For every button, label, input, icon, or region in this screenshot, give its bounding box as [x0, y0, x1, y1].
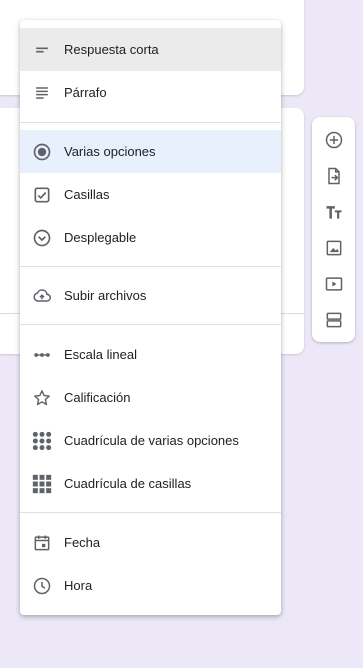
- menu-item-label: Calificación: [64, 390, 131, 405]
- add-image-icon[interactable]: [322, 236, 346, 260]
- grid-squares-icon: [32, 474, 52, 494]
- clock-icon: [32, 576, 52, 596]
- menu-item-label: Fecha: [64, 535, 101, 550]
- menu-item-label: Subir archivos: [64, 288, 147, 303]
- menu-item-multiple-choice-grid[interactable]: Cuadrícula de varias opciones: [20, 419, 281, 462]
- menu-item-short-answer[interactable]: Respuesta corta: [20, 28, 281, 71]
- add-title-icon[interactable]: [322, 200, 346, 224]
- star-icon: [32, 388, 52, 408]
- import-questions-icon[interactable]: [322, 164, 346, 188]
- menu-item-checkbox-grid[interactable]: Cuadrícula de casillas: [20, 462, 281, 505]
- menu-item-date[interactable]: Fecha: [20, 521, 281, 564]
- menu-item-label: Varias opciones: [64, 144, 156, 159]
- menu-item-label: Cuadrícula de casillas: [64, 476, 192, 491]
- menu-item-time[interactable]: Hora: [20, 564, 281, 607]
- menu-item-label: Casillas: [64, 187, 110, 202]
- menu-item-rating[interactable]: Calificación: [20, 376, 281, 419]
- calendar-icon: [32, 533, 52, 553]
- question-type-menu: Respuesta corta Párrafo Varias opciones …: [20, 20, 281, 615]
- menu-item-label: Párrafo: [64, 85, 107, 100]
- menu-item-dropdown[interactable]: Desplegable: [20, 216, 281, 259]
- menu-item-label: Cuadrícula de varias opciones: [64, 433, 239, 448]
- radio-button-icon: [32, 142, 52, 162]
- menu-item-checkboxes[interactable]: Casillas: [20, 173, 281, 216]
- menu-item-label: Hora: [64, 578, 93, 593]
- add-section-icon[interactable]: [322, 308, 346, 332]
- menu-divider: [20, 512, 281, 513]
- menu-item-multiple-choice[interactable]: Varias opciones: [20, 130, 281, 173]
- short-answer-icon: [32, 40, 52, 60]
- menu-item-linear-scale[interactable]: Escala lineal: [20, 333, 281, 376]
- linear-scale-icon: [32, 345, 52, 365]
- checkbox-icon: [32, 185, 52, 205]
- floating-toolbar: [312, 117, 355, 342]
- menu-item-paragraph[interactable]: Párrafo: [20, 71, 281, 114]
- menu-divider: [20, 266, 281, 267]
- paragraph-icon: [32, 83, 52, 103]
- grid-dots-icon: [32, 431, 52, 451]
- menu-divider: [20, 324, 281, 325]
- menu-item-label: Desplegable: [64, 230, 137, 245]
- menu-divider: [20, 122, 281, 123]
- menu-item-label: Escala lineal: [64, 347, 137, 362]
- menu-item-label: Respuesta corta: [64, 42, 159, 57]
- cloud-upload-icon: [32, 286, 52, 306]
- menu-item-file-upload[interactable]: Subir archivos: [20, 274, 281, 317]
- dropdown-icon: [32, 228, 52, 248]
- add-question-icon[interactable]: [322, 128, 346, 152]
- add-video-icon[interactable]: [322, 272, 346, 296]
